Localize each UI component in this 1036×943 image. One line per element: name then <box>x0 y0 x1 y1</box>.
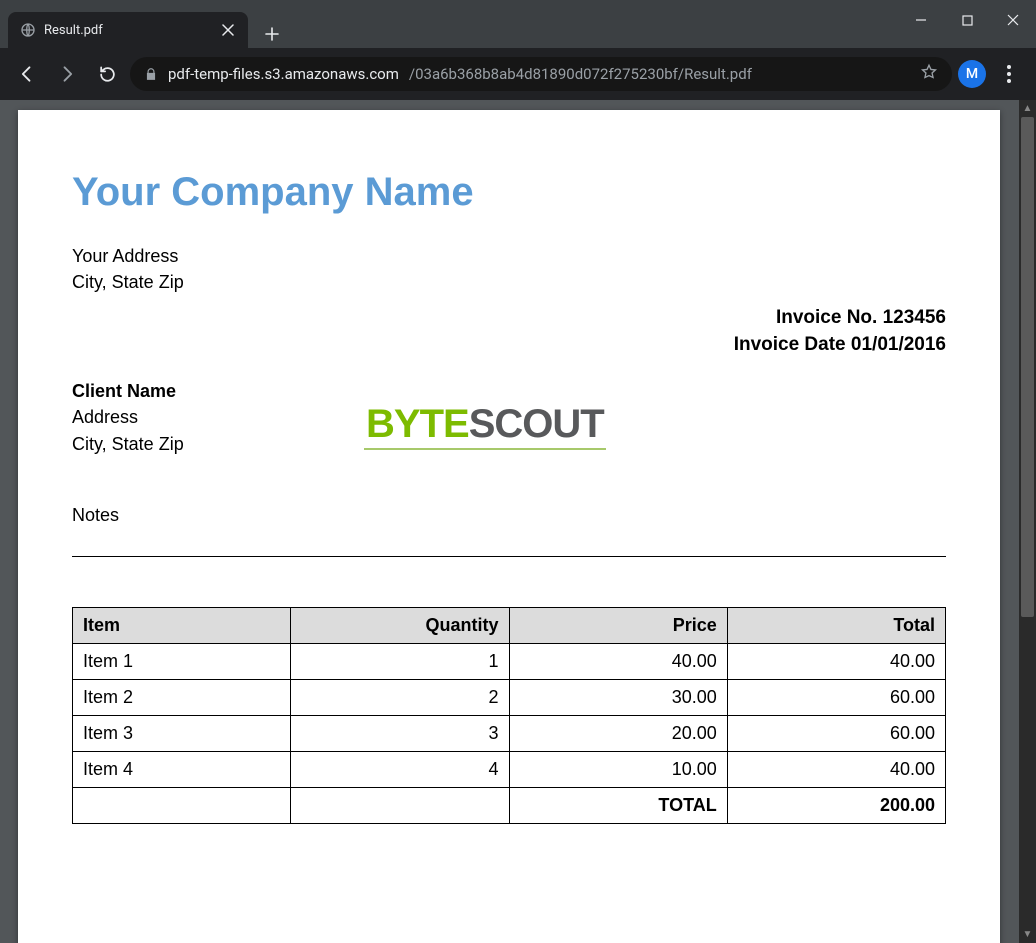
maximize-button[interactable] <box>944 0 990 40</box>
vertical-scrollbar[interactable]: ▲ ▼ <box>1019 100 1036 943</box>
cell-item: Item 3 <box>73 715 291 751</box>
invoice-number: Invoice No. 123456 <box>72 305 946 332</box>
close-tab-icon[interactable] <box>220 22 236 38</box>
back-button[interactable] <box>10 57 44 91</box>
company-name: Your Company Name <box>72 170 946 215</box>
pdf-viewer: Your Company Name Your Address City, Sta… <box>0 100 1036 943</box>
browser-tab[interactable]: Result.pdf <box>8 12 248 48</box>
globe-icon <box>20 22 36 38</box>
new-tab-button[interactable] <box>258 20 286 48</box>
cell-price: 40.00 <box>509 643 727 679</box>
client-address-line2: City, State Zip <box>72 431 184 457</box>
cell-price: 30.00 <box>509 679 727 715</box>
items-table: Item Quantity Price Total Item 1140.0040… <box>72 607 946 824</box>
cell-qty: 2 <box>291 679 509 715</box>
table-row: Item 4410.0040.00 <box>73 751 946 787</box>
client-block: Client Name Address City, State Zip <box>72 378 184 456</box>
grand-total-value: 200.00 <box>727 787 945 823</box>
pdf-page: Your Company Name Your Address City, Sta… <box>18 110 1000 943</box>
lock-icon <box>144 67 158 81</box>
cell-total: 40.00 <box>727 643 945 679</box>
your-address-line2: City, State Zip <box>72 269 946 295</box>
kebab-menu-icon[interactable] <box>992 57 1026 91</box>
avatar-initial: M <box>966 66 978 82</box>
your-address: Your Address City, State Zip <box>72 243 946 295</box>
cell-price: 10.00 <box>509 751 727 787</box>
invoice-meta: Invoice No. 123456 Invoice Date 01/01/20… <box>72 305 946 358</box>
cell-item: Item 4 <box>73 751 291 787</box>
address-bar[interactable]: pdf-temp-files.s3.amazonaws.com/03a6b368… <box>130 57 952 91</box>
cell-item: Item 2 <box>73 679 291 715</box>
client-logo-row: Client Name Address City, State Zip BYTE… <box>72 378 946 456</box>
col-total: Total <box>727 607 945 643</box>
grand-total-label: TOTAL <box>509 787 727 823</box>
scroll-down-icon[interactable]: ▼ <box>1019 926 1036 943</box>
forward-button[interactable] <box>50 57 84 91</box>
cell-qty: 4 <box>291 751 509 787</box>
scroll-up-icon[interactable]: ▲ <box>1019 100 1036 117</box>
tab-title: Result.pdf <box>44 23 212 38</box>
cell-qty: 1 <box>291 643 509 679</box>
close-window-button[interactable] <box>990 0 1036 40</box>
invoice-date: Invoice Date 01/01/2016 <box>72 332 946 359</box>
col-qty: Quantity <box>291 607 509 643</box>
table-row: Item 2230.0060.00 <box>73 679 946 715</box>
table-row: Item 1140.0040.00 <box>73 643 946 679</box>
col-price: Price <box>509 607 727 643</box>
notes-label: Notes <box>72 505 946 526</box>
cell-total: 60.00 <box>727 715 945 751</box>
client-name: Client Name <box>72 378 184 404</box>
table-row: Item 3320.0060.00 <box>73 715 946 751</box>
bookmark-star-icon[interactable] <box>910 63 938 85</box>
cell-total: 60.00 <box>727 679 945 715</box>
client-address-line1: Address <box>72 404 184 430</box>
table-header-row: Item Quantity Price Total <box>73 607 946 643</box>
reload-button[interactable] <box>90 57 124 91</box>
cell-total: 40.00 <box>727 751 945 787</box>
browser-toolbar: pdf-temp-files.s3.amazonaws.com/03a6b368… <box>0 48 1036 100</box>
your-address-line1: Your Address <box>72 243 946 269</box>
profile-avatar[interactable]: M <box>958 60 986 88</box>
bytescout-logo: BYTESCOUT <box>364 404 606 450</box>
scroll-thumb[interactable] <box>1021 117 1034 617</box>
browser-titlebar: Result.pdf <box>0 0 1036 48</box>
table-total-row: TOTAL 200.00 <box>73 787 946 823</box>
cell-qty: 3 <box>291 715 509 751</box>
cell-price: 20.00 <box>509 715 727 751</box>
tab-strip: Result.pdf <box>0 0 286 48</box>
cell-item: Item 1 <box>73 643 291 679</box>
divider <box>72 556 946 557</box>
url-path: /03a6b368b8ab4d81890d072f275230bf/Result… <box>409 65 752 83</box>
logo-wrap: BYTESCOUT <box>224 378 746 450</box>
url-domain: pdf-temp-files.s3.amazonaws.com <box>168 65 399 83</box>
col-item: Item <box>73 607 291 643</box>
minimize-button[interactable] <box>898 0 944 40</box>
window-controls <box>898 0 1036 40</box>
